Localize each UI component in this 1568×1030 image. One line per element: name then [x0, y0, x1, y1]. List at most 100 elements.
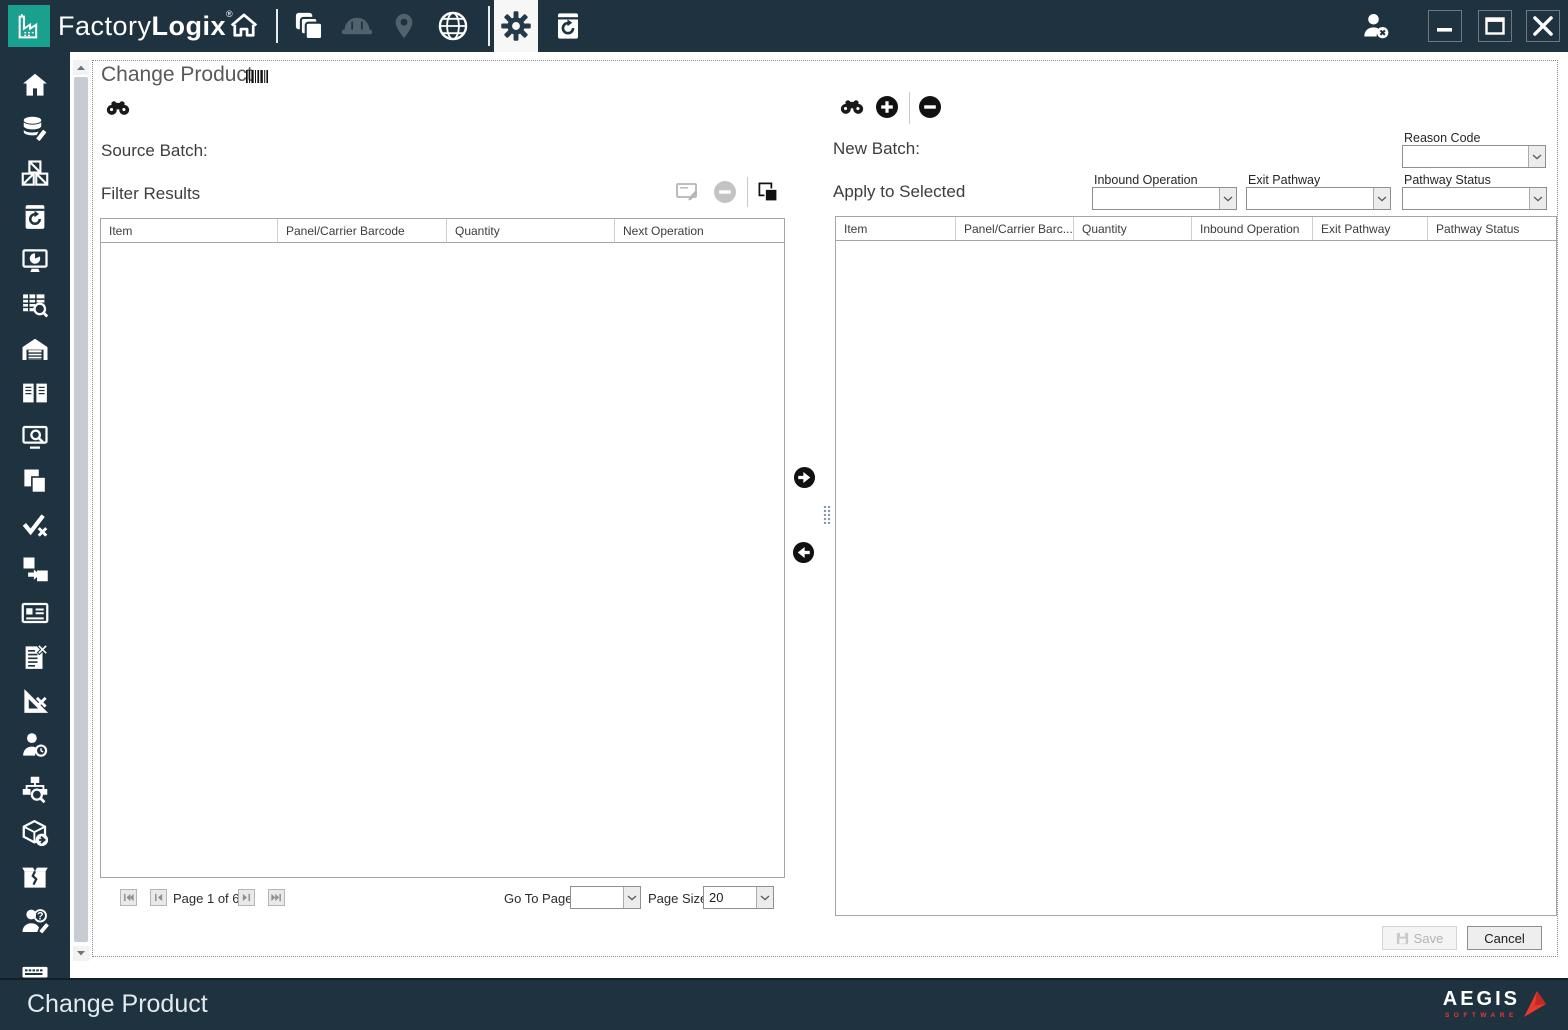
location-pin-icon[interactable]: [388, 0, 420, 52]
sidebar-item-batches[interactable]: [18, 202, 52, 232]
aegis-flag-icon: [1524, 990, 1546, 1017]
next-page-icon[interactable]: [238, 889, 255, 906]
first-page-icon[interactable]: [120, 889, 137, 906]
scroll-up-icon[interactable]: [73, 60, 89, 75]
filter-results-label: Filter Results: [101, 184, 201, 203]
source-batch-label: Source Batch:: [101, 141, 208, 160]
remove-circle-icon[interactable]: [918, 95, 942, 119]
reason-code-combo[interactable]: [1402, 145, 1546, 168]
sidebar-item-id-card[interactable]: [18, 598, 52, 628]
aegis-logo: AEGIS SOFTWARE: [1443, 988, 1548, 1019]
sidebar-item-home[interactable]: [18, 70, 52, 100]
column-header[interactable]: Item: [101, 219, 278, 242]
inbound-operation-label: Inbound Operation: [1094, 173, 1198, 187]
sidebar-item-station-viewer[interactable]: [18, 422, 52, 452]
chevron-down-icon[interactable]: [1529, 188, 1546, 209]
page-size-combo[interactable]: 20: [703, 886, 774, 909]
sidebar-item-data-query[interactable]: [18, 290, 52, 320]
reason-code-label: Reason Code: [1404, 131, 1481, 145]
inbound-operation-combo[interactable]: [1092, 187, 1237, 210]
chevron-down-icon[interactable]: [1219, 188, 1236, 209]
globe-icon[interactable]: [432, 0, 474, 52]
gear-icon[interactable]: [494, 0, 538, 52]
sidebar-item-verification[interactable]: [18, 510, 52, 540]
chevron-down-icon[interactable]: [623, 887, 640, 908]
chevron-down-icon[interactable]: [1373, 188, 1390, 209]
edit-panel-icon[interactable]: [675, 181, 701, 203]
chevron-down-icon[interactable]: [756, 887, 773, 908]
hard-hat-icon[interactable]: [336, 0, 378, 52]
column-header[interactable]: Pathway Status: [1428, 217, 1556, 240]
source-table-header: Item Panel/Carrier Barcode Quantity Next…: [101, 219, 784, 243]
sidebar-item-dashboard[interactable]: [18, 246, 52, 276]
save-button[interactable]: Save: [1382, 926, 1457, 950]
logout-user-icon[interactable]: [1356, 0, 1396, 52]
column-header[interactable]: Quantity: [1074, 217, 1192, 240]
sidebar-item-warehouse[interactable]: [18, 334, 52, 364]
sidebar-item-damaged-goods[interactable]: [18, 862, 52, 892]
exit-pathway-label: Exit Pathway: [1248, 173, 1321, 187]
splitter-grip[interactable]: [823, 505, 831, 524]
prev-page-icon[interactable]: [150, 889, 167, 906]
sidebar-item-shipping[interactable]: [18, 818, 52, 848]
page-size-label: Page Size: [648, 891, 708, 906]
search-binoculars-icon[interactable]: [106, 99, 130, 116]
titlebar: FactoryLogix®: [0, 0, 1568, 52]
sidebar-item-terminal[interactable]: [18, 950, 52, 980]
new-batch-label: New Batch:: [833, 139, 920, 158]
batch-refresh-icon[interactable]: [548, 0, 588, 52]
add-circle-icon[interactable]: [875, 95, 899, 119]
arrow-right-circle-icon[interactable]: [793, 466, 816, 489]
pathway-status-combo[interactable]: [1402, 187, 1547, 210]
barcode-icon[interactable]: [246, 70, 268, 83]
maximize-button[interactable]: [1478, 10, 1512, 42]
arrow-left-circle-icon[interactable]: [792, 541, 815, 564]
sidebar-item-hierarchy-search[interactable]: [18, 774, 52, 804]
go-to-page-combo[interactable]: [570, 886, 641, 909]
last-page-icon[interactable]: [268, 889, 285, 906]
column-header[interactable]: Panel/Carrier Barcode: [278, 219, 447, 242]
sidebar-item-materials[interactable]: [18, 158, 52, 188]
new-batch-table: Item Panel/Carrier Barc... Quantity Inbo…: [835, 216, 1557, 916]
search-binoculars-icon[interactable]: [840, 98, 864, 115]
stacked-documents-icon[interactable]: [288, 0, 330, 52]
go-to-page-label: Go To Page: [504, 891, 573, 906]
sidebar-item-checklist[interactable]: [18, 642, 52, 672]
cancel-button[interactable]: Cancel: [1467, 926, 1542, 950]
column-header[interactable]: Exit Pathway: [1313, 217, 1428, 240]
statusbar: Change Product AEGIS SOFTWARE: [0, 978, 1568, 1030]
column-header[interactable]: Quantity: [447, 219, 615, 242]
sidebar-item-transfer[interactable]: [18, 554, 52, 584]
column-header[interactable]: Inbound Operation: [1192, 217, 1313, 240]
overlap-squares-icon[interactable]: [757, 181, 780, 204]
toolbar-separator: [909, 92, 910, 124]
chevron-down-icon[interactable]: [1528, 146, 1545, 167]
toolbar-separator: [747, 177, 748, 207]
new-batch-table-header: Item Panel/Carrier Barc... Quantity Inbo…: [836, 217, 1556, 241]
home-icon[interactable]: [224, 0, 264, 52]
apply-to-selected-label: Apply to Selected: [833, 182, 966, 201]
sidebar: ?: [0, 52, 70, 980]
column-header[interactable]: Next Operation: [615, 219, 784, 242]
sidebar-item-documentation[interactable]: [18, 378, 52, 408]
page-title: Change Product: [101, 63, 253, 86]
titlebar-separator: [488, 6, 490, 46]
sidebar-item-measurement[interactable]: [18, 686, 52, 716]
page-indicator: Page 1 of 6: [173, 891, 240, 906]
source-batch-table: Item Panel/Carrier Barcode Quantity Next…: [100, 218, 785, 878]
svg-text:?: ?: [37, 911, 43, 923]
column-header[interactable]: Panel/Carrier Barc...: [956, 217, 1074, 240]
minimize-button[interactable]: [1428, 10, 1462, 42]
sidebar-item-data-editor[interactable]: [18, 114, 52, 144]
sidebar-item-documents[interactable]: [18, 466, 52, 496]
remove-circle-icon[interactable]: [713, 180, 737, 204]
column-header[interactable]: Item: [836, 217, 956, 240]
sidebar-item-attendance[interactable]: [18, 730, 52, 760]
exit-pathway-combo[interactable]: [1246, 187, 1391, 210]
close-button[interactable]: [1526, 10, 1560, 42]
scrollbar-thumb[interactable]: [74, 77, 88, 942]
scroll-down-icon[interactable]: [73, 946, 89, 961]
factorylogix-window: FactoryLogix® ? Change Product Source Ba…: [0, 0, 1568, 1030]
sidebar-item-operator-query[interactable]: ?: [18, 906, 52, 936]
app-title: FactoryLogix®: [58, 9, 234, 41]
